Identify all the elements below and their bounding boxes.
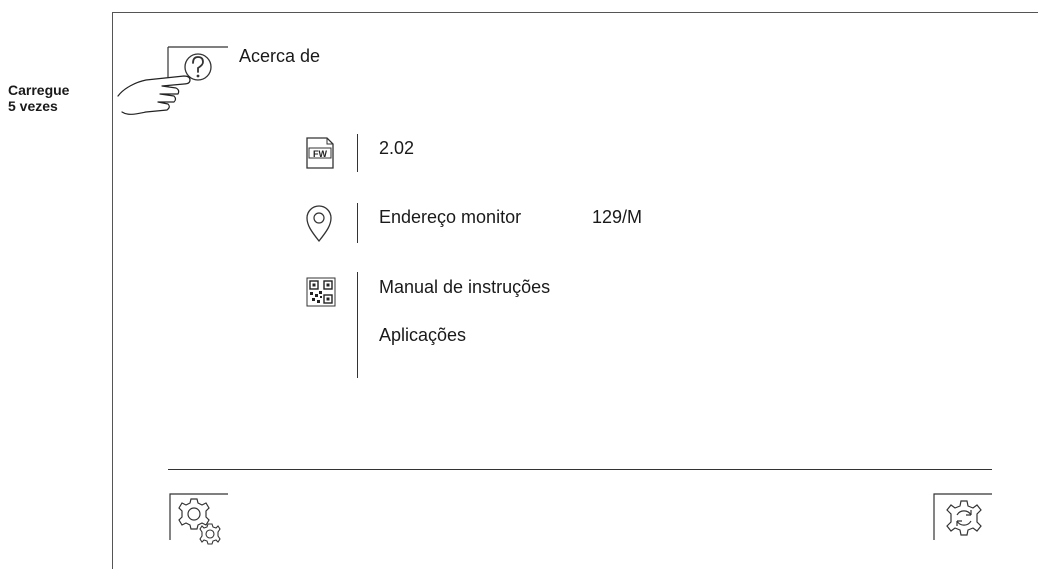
instruction-line-2: 5 vezes xyxy=(8,98,58,114)
firmware-version: 2.02 xyxy=(379,138,415,158)
apps-link[interactable]: Aplicações xyxy=(379,325,466,346)
screen-frame-top xyxy=(112,12,1038,13)
refresh-button[interactable] xyxy=(932,490,994,546)
manual-link[interactable]: Manual de instruções xyxy=(379,277,550,298)
footer-divider xyxy=(168,469,992,470)
divider-firmware xyxy=(357,134,358,172)
settings-button[interactable] xyxy=(168,490,230,548)
address-value: 129/M xyxy=(592,207,643,227)
page-title: Acerca de xyxy=(239,46,321,66)
location-pin-icon xyxy=(305,205,333,243)
instruction-line-1: Carregue xyxy=(8,82,70,98)
refresh-settings-icon xyxy=(933,493,992,540)
svg-text:FW: FW xyxy=(313,149,327,159)
pointing-hand-icon xyxy=(114,66,204,126)
divider-links xyxy=(357,272,358,378)
address-label: Endereço monitor xyxy=(379,207,522,227)
fw-icon: FW xyxy=(305,136,335,170)
instruction-note: Carregue 5 vezes xyxy=(8,82,69,114)
settings-gear-icon xyxy=(169,493,228,545)
divider-address xyxy=(357,203,358,243)
screen-frame-left xyxy=(112,12,113,569)
qr-code-icon xyxy=(306,277,336,307)
